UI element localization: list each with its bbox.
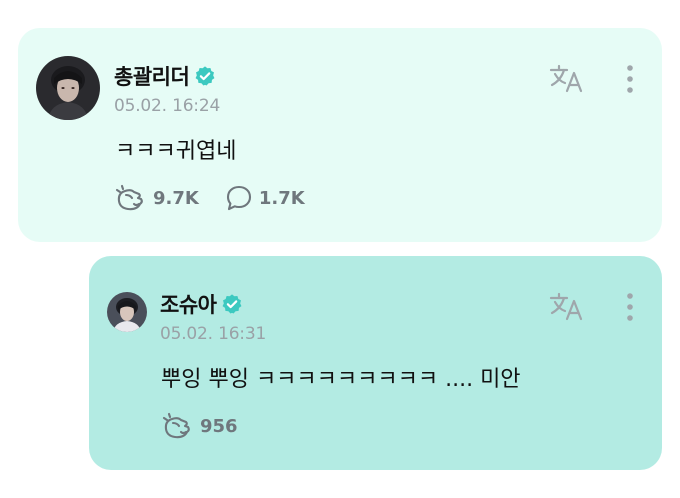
reply-author[interactable]: 조슈아 <box>160 289 243 319</box>
post-text: ㅋㅋㅋ귀엽네 <box>115 139 237 164</box>
translate-icon[interactable] <box>549 290 587 322</box>
post-author-avatar[interactable] <box>36 56 100 120</box>
post-comment-count: 1.7K <box>258 187 305 209</box>
reply-like-count: 956 <box>200 415 238 437</box>
reply-author-avatar[interactable] <box>107 292 147 332</box>
reply-card[interactable]: 조슈아 05.02. 16:31 뿌잉 뿌잉 ㅋㅋㅋㅋㅋㅋㅋㅋㅋ .... 미안… <box>89 256 662 470</box>
post-author-name[interactable]: 총괄리더 <box>114 61 190 91</box>
post-comment-button[interactable]: 1.7K <box>225 184 305 212</box>
verified-badge-icon <box>221 293 243 315</box>
reply-timestamp: 05.02. 16:31 <box>160 324 267 344</box>
cheer-hand-icon <box>162 412 194 440</box>
reply-actions: 956 <box>162 412 238 440</box>
verified-badge-icon <box>194 65 216 87</box>
post-like-count: 9.7K <box>153 187 199 209</box>
post-timestamp: 05.02. 16:24 <box>114 96 221 116</box>
translate-icon[interactable] <box>549 62 587 94</box>
post-like-button[interactable]: 9.7K <box>115 184 199 212</box>
cheer-hand-icon <box>115 184 147 212</box>
comment-bubble-icon <box>225 184 253 212</box>
reply-author-name[interactable]: 조슈아 <box>160 289 217 319</box>
reply-like-button[interactable]: 956 <box>162 412 238 440</box>
more-vertical-icon[interactable] <box>626 292 634 322</box>
post-actions: 9.7K 1.7K <box>115 184 305 212</box>
more-vertical-icon[interactable] <box>626 64 634 94</box>
post-card[interactable]: 총괄리더 05.02. 16:24 ㅋㅋㅋ귀엽네 9.7K 1.7K <box>18 28 662 242</box>
post-author[interactable]: 총괄리더 <box>114 61 216 91</box>
reply-text: 뿌잉 뿌잉 ㅋㅋㅋㅋㅋㅋㅋㅋㅋ .... 미안 <box>161 367 521 392</box>
